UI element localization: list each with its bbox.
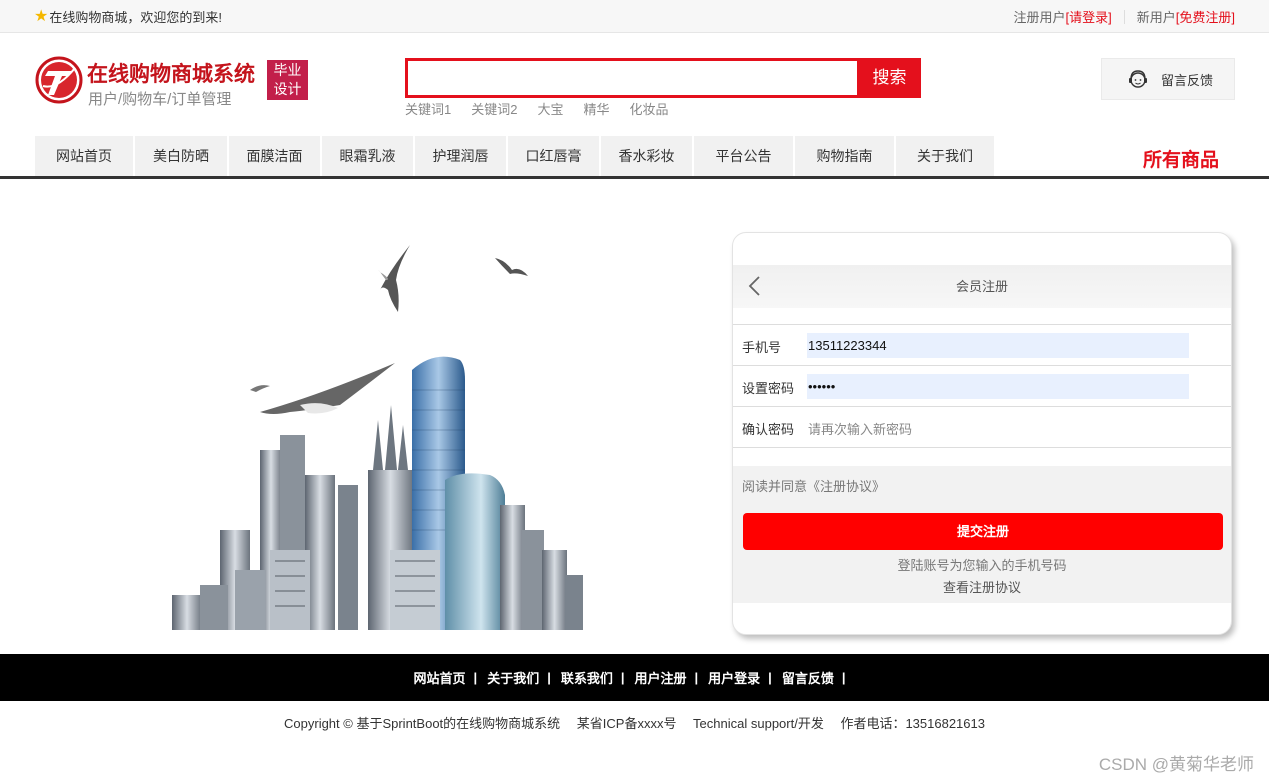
divider — [733, 447, 1231, 448]
nav-item-eye-cream[interactable]: 眼霜乳液 — [322, 136, 415, 176]
all-goods-link[interactable]: 所有商品 — [1143, 145, 1219, 172]
nav-item-guide[interactable]: 购物指南 — [795, 136, 896, 176]
footer-separator: | — [620, 670, 625, 685]
confirm-password-row: 确认密码 请再次输入新密码 — [733, 406, 1231, 447]
register-prefix: 注册用户 — [1013, 10, 1066, 25]
brand-subtitle: 用户/购物车/订单管理 — [88, 91, 232, 108]
nav-item-home[interactable]: 网站首页 — [35, 136, 135, 176]
welcome-message: ★ 在线购物商城，欢迎您的到来! — [34, 7, 222, 26]
footer-link-contact[interactable]: 联系我们 — [561, 668, 613, 687]
city-skyline-illustration — [172, 245, 583, 630]
footer-separator: | — [768, 670, 772, 685]
confirm-password-label: 确认密码 — [742, 422, 795, 437]
copyright-text: Copyright © 基于SprintBoot的在线购物商城系统 某省ICP备… — [284, 716, 985, 731]
submit-register-button[interactable]: 提交注册 — [743, 513, 1223, 550]
footer-separator: | — [694, 670, 699, 685]
graduation-badge: 毕业 设计 — [267, 60, 308, 100]
nav-item-mask[interactable]: 面膜洁面 — [229, 136, 322, 176]
phone-row: 手机号 13511223344 — [733, 324, 1231, 365]
keyword-link[interactable]: 关键词1 — [405, 99, 451, 118]
feedback-label: 留言反馈 — [1161, 72, 1214, 88]
view-agreement-link[interactable]: 查看注册协议 — [733, 577, 1231, 596]
keyword-link[interactable]: 关键词2 — [471, 99, 517, 118]
password-row: 设置密码 •••••• — [733, 365, 1231, 406]
feedback-button[interactable]: 留言反馈 — [1101, 58, 1235, 100]
agreement-link[interactable]: 阅读并同意《注册协议》 — [742, 476, 885, 495]
keyword-link[interactable]: 化妆品 — [630, 99, 669, 118]
new-user-prefix: 新用户 — [1136, 10, 1176, 25]
password-input[interactable]: •••••• — [807, 374, 1189, 399]
nav-item-about[interactable]: 关于我们 — [896, 136, 996, 176]
nav-item-announcement[interactable]: 平台公告 — [694, 136, 795, 176]
watermark-text: CSDN @黄菊华老师 — [1098, 755, 1254, 774]
footer-separator: | — [547, 670, 551, 685]
brand-title[interactable]: 在线购物商城系统 — [87, 58, 255, 88]
welcome-text: 在线购物商城，欢迎您的到来! — [49, 10, 222, 25]
customer-service-icon — [1129, 70, 1147, 88]
account-tip: 登陆账号为您输入的手机号码 — [897, 558, 1067, 573]
badge-line: 设计 — [273, 81, 302, 97]
footer-link-login[interactable]: 用户登录 — [708, 668, 760, 687]
register-header: 会员注册 — [733, 265, 1231, 308]
keyword-link[interactable]: 大宝 — [537, 99, 563, 118]
logo-icon[interactable] — [35, 56, 83, 104]
top-bar: ★ 在线购物商城，欢迎您的到来! 注册用户 [请登录] 新用户 [免费注册] — [0, 0, 1269, 33]
footer-link-about[interactable]: 关于我们 — [487, 668, 539, 687]
search-button[interactable]: 搜索 — [858, 58, 921, 98]
nav-divider — [0, 176, 1269, 179]
divider — [1123, 9, 1125, 24]
nav-item-lipstick[interactable]: 口红唇膏 — [508, 136, 601, 176]
keyword-link[interactable]: 精华 — [583, 99, 609, 118]
footer-link-home[interactable]: 网站首页 — [414, 668, 466, 687]
footer-link-feedback[interactable]: 留言反馈 — [782, 668, 834, 687]
account-links: 注册用户 [请登录] 新用户 [免费注册] — [1013, 7, 1235, 26]
hot-keywords: 关键词1 关键词2 大宝 精华 化妆品 — [405, 99, 669, 118]
free-register-link[interactable]: [免费注册] — [1176, 7, 1235, 26]
footer-separator: | — [841, 670, 846, 685]
nav-item-lip-care[interactable]: 护理润唇 — [415, 136, 508, 176]
nav-item-whitening[interactable]: 美白防晒 — [135, 136, 229, 176]
phone-label: 手机号 — [742, 340, 782, 355]
main-nav: 网站首页 美白防晒 面膜洁面 眼霜乳液 护理润唇 口红唇膏 香水彩妆 平台公告 … — [35, 136, 996, 176]
agreement-area: 阅读并同意《注册协议》 提交注册 登陆账号为您输入的手机号码 查看注册协议 — [733, 466, 1231, 603]
register-title: 会员注册 — [955, 279, 1008, 294]
star-icon: ★ — [34, 7, 49, 25]
login-link[interactable]: [请登录] — [1066, 7, 1112, 26]
footer-separator: | — [473, 670, 478, 685]
nav-item-perfume[interactable]: 香水彩妆 — [601, 136, 694, 176]
phone-input[interactable]: 13511223344 — [807, 333, 1189, 358]
password-label: 设置密码 — [742, 381, 795, 396]
footer-nav: 网站首页 | 关于我们 | 联系我们 | 用户注册 | 用户登录 | 留言反馈 | — [0, 654, 1269, 701]
badge-line: 毕业 — [273, 62, 302, 78]
footer-link-register[interactable]: 用户注册 — [635, 668, 687, 687]
search-input[interactable] — [405, 58, 860, 98]
confirm-password-input[interactable]: 请再次输入新密码 — [808, 419, 912, 438]
register-card: 会员注册 手机号 13511223344 设置密码 •••••• 确认密码 请再… — [732, 232, 1232, 635]
